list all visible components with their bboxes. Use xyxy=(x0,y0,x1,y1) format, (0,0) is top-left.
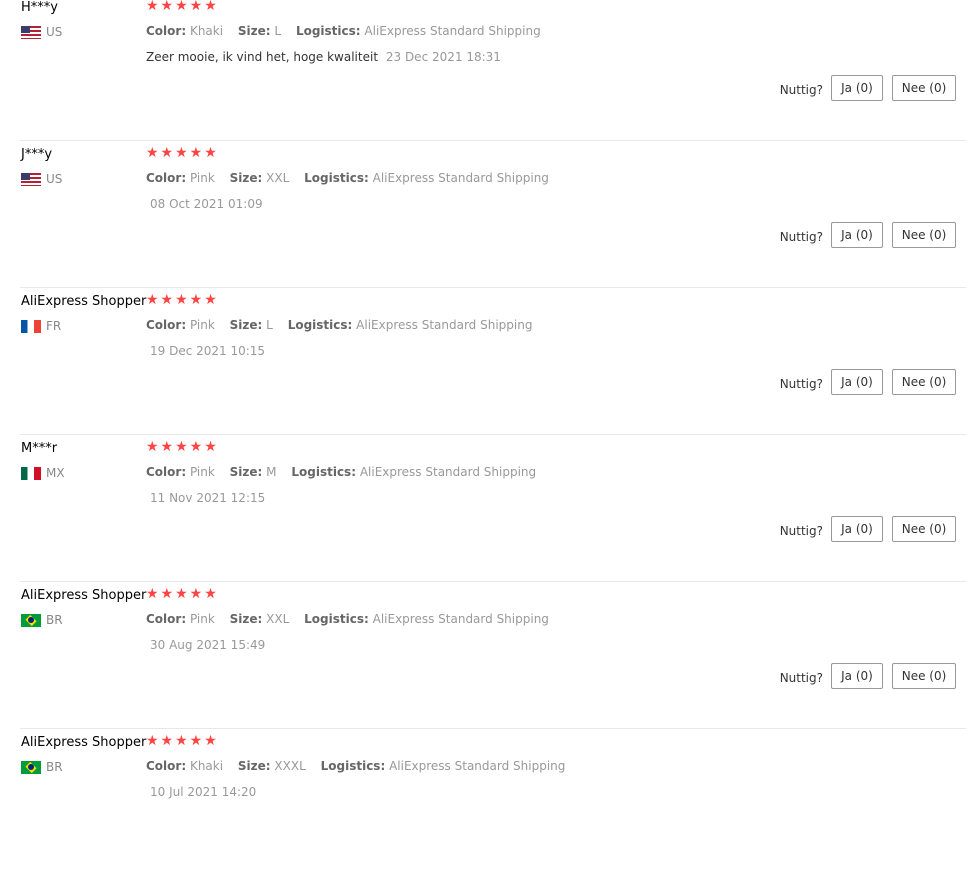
review-attributes: Color: Pink Size: M Logistics: AliExpres… xyxy=(146,465,537,479)
helpful-label: Nuttig? xyxy=(779,230,823,244)
rating-stars: ★★★★★ xyxy=(146,292,219,308)
review-date: 08 Oct 2021 01:09 xyxy=(150,197,263,211)
review-attributes: Color: Khaki Size: XXXL Logistics: AliEx… xyxy=(146,759,566,773)
helpful-label: Nuttig? xyxy=(779,377,823,391)
reviewer-country: US xyxy=(21,172,62,186)
helpful-no-button[interactable]: Nee (0) xyxy=(892,663,956,689)
review-content: 19 Dec 2021 10:15 xyxy=(146,344,265,358)
review-date: 30 Aug 2021 15:49 xyxy=(150,638,266,652)
review-attributes: Color: Pink Size: XXL Logistics: AliExpr… xyxy=(146,612,549,626)
flag-fr-icon xyxy=(21,319,41,333)
reviewer-name: H***y xyxy=(21,0,58,15)
reviewer-name: M***r xyxy=(21,441,58,456)
review-attributes: Color: Khaki Size: L Logistics: AliExpre… xyxy=(146,24,541,38)
reviewer-country: BR xyxy=(21,613,63,627)
rating-stars: ★★★★★ xyxy=(146,586,219,602)
review-item: AliExpress Shopper FR ★★★★★ Color: Pink … xyxy=(0,288,966,435)
reviewer-name: AliExpress Shopper xyxy=(21,588,147,603)
review-content: 30 Aug 2021 15:49 xyxy=(146,638,265,652)
reviewer-country: FR xyxy=(21,319,61,333)
helpful-no-button[interactable]: Nee (0) xyxy=(892,369,956,395)
country-code: US xyxy=(46,172,63,186)
review-item: J***y US ★★★★★ Color: Pink Size: XXL Log… xyxy=(0,141,966,288)
review-date: 10 Jul 2021 14:20 xyxy=(150,785,257,799)
review-content: Zeer mooie, ik vind het, hoge kwaliteit … xyxy=(146,50,501,64)
flag-br-icon xyxy=(21,613,41,627)
review-attributes: Color: Pink Size: XXL Logistics: AliExpr… xyxy=(146,171,549,185)
flag-us-icon xyxy=(21,172,41,186)
reviewer-country: BR xyxy=(21,760,63,774)
review-date: 11 Nov 2021 12:15 xyxy=(150,491,266,505)
helpful-no-button[interactable]: Nee (0) xyxy=(892,516,956,542)
rating-stars: ★★★★★ xyxy=(146,145,219,161)
helpful-no-button[interactable]: Nee (0) xyxy=(892,75,956,101)
country-code: BR xyxy=(46,760,63,774)
review-attributes: Color: Pink Size: L Logistics: AliExpres… xyxy=(146,318,533,332)
country-code: FR xyxy=(46,319,62,333)
review-content: 10 Jul 2021 14:20 xyxy=(146,785,256,799)
helpful-label: Nuttig? xyxy=(779,671,823,685)
flag-us-icon xyxy=(21,25,41,39)
flag-br-icon xyxy=(21,760,41,774)
helpful-label: Nuttig? xyxy=(779,524,823,538)
rating-stars: ★★★★★ xyxy=(146,439,219,455)
review-text: Zeer mooie, ik vind het, hoge kwaliteit xyxy=(146,50,379,64)
reviewer-country: US xyxy=(21,25,62,39)
helpful-vote: Nuttig? Ja (0) Nee (0) xyxy=(780,75,956,101)
review-date: 19 Dec 2021 10:15 xyxy=(150,344,266,358)
review-date: 23 Dec 2021 18:31 xyxy=(385,50,501,64)
helpful-yes-button[interactable]: Ja (0) xyxy=(831,369,883,395)
helpful-vote: Nuttig? Ja (0) Nee (0) xyxy=(780,369,956,395)
reviewer-country: MX xyxy=(21,466,65,480)
flag-mx-icon xyxy=(21,466,41,480)
helpful-vote: Nuttig? Ja (0) Nee (0) xyxy=(780,222,956,248)
country-code: MX xyxy=(46,466,65,480)
reviewer-name: AliExpress Shopper xyxy=(21,294,147,309)
country-code: BR xyxy=(46,613,63,627)
helpful-label: Nuttig? xyxy=(779,83,823,97)
rating-stars: ★★★★★ xyxy=(146,733,219,749)
review-item: AliExpress Shopper BR ★★★★★ Color: Pink … xyxy=(0,582,966,729)
review-item: AliExpress Shopper BR ★★★★★ Color: Khaki… xyxy=(0,729,966,876)
helpful-yes-button[interactable]: Ja (0) xyxy=(831,75,883,101)
helpful-yes-button[interactable]: Ja (0) xyxy=(831,516,883,542)
rating-stars: ★★★★★ xyxy=(146,0,219,14)
helpful-yes-button[interactable]: Ja (0) xyxy=(831,222,883,248)
helpful-yes-button[interactable]: Ja (0) xyxy=(831,663,883,689)
country-code: US xyxy=(46,25,63,39)
review-item: H***y US ★★★★★ Color: Khaki Size: L Logi… xyxy=(0,0,966,141)
reviewer-name: AliExpress Shopper xyxy=(21,735,147,750)
helpful-vote: Nuttig? Ja (0) Nee (0) xyxy=(780,516,956,542)
review-content: 08 Oct 2021 01:09 xyxy=(146,197,263,211)
review-item: M***r MX ★★★★★ Color: Pink Size: M Logis… xyxy=(0,435,966,582)
review-content: 11 Nov 2021 12:15 xyxy=(146,491,265,505)
helpful-no-button[interactable]: Nee (0) xyxy=(892,222,956,248)
reviewer-name: J***y xyxy=(21,147,53,162)
helpful-vote: Nuttig? Ja (0) Nee (0) xyxy=(780,663,956,689)
